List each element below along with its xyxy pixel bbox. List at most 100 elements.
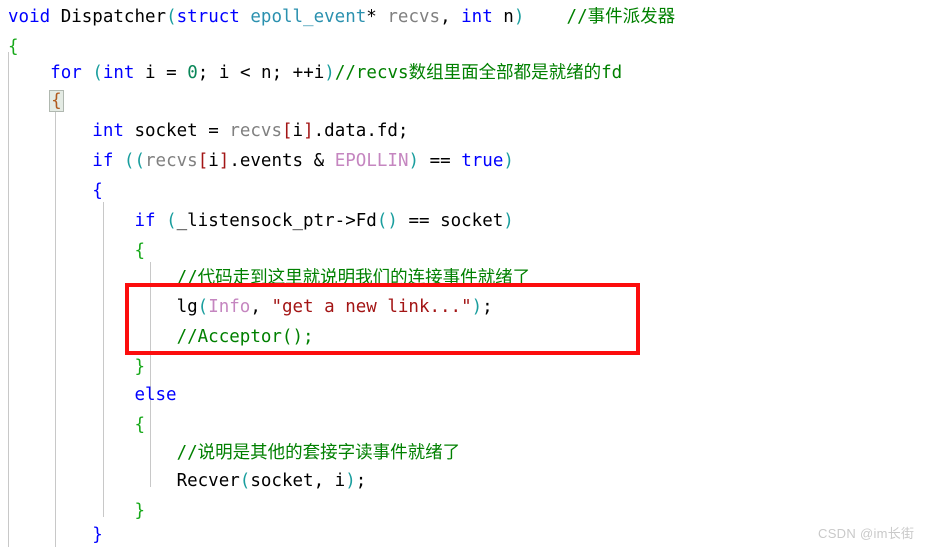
token-paren-open-if2: ( <box>166 211 177 231</box>
token-semicolon-lg: ; <box>482 297 493 317</box>
token-paren-close-lg: ) <box>471 297 483 317</box>
token-bracket-open-2: [ <box>197 151 209 171</box>
token-index-i-2: i <box>208 151 219 171</box>
code-line-4: { <box>8 86 64 116</box>
token-comma-lg: , <box>250 297 272 317</box>
token-bracket-close-2: ] <box>218 151 230 171</box>
token-paren-open-for: ( <box>92 63 103 83</box>
token-arg-i: i <box>334 471 346 491</box>
code-line-6: if ((recvs[i].events & EPOLLIN) == true) <box>8 146 514 176</box>
token-type-epoll-event: epoll_event <box>250 7 367 27</box>
token-var-n: n <box>261 63 272 83</box>
token-semicolon-2: ; <box>271 63 283 83</box>
token-keyword-struct: struct <box>176 7 240 27</box>
token-brace-open-else: { <box>134 415 145 435</box>
csdn-watermark: CSDN @im长街 <box>818 526 915 541</box>
token-method-fd: Fd <box>355 211 377 231</box>
token-keyword-int-decl: int <box>92 121 124 141</box>
token-semicolon-1: ; <box>197 63 209 83</box>
token-comment-line3: //recvs数组里面全部都是就绪的fd <box>334 63 623 83</box>
code-line-17: Recver(socket, i); <box>8 466 367 496</box>
token-brace-close-if: } <box>92 525 103 545</box>
token-brace-close-if2: } <box>134 357 145 377</box>
code-line-5: int socket = recvs[i].data.fd; <box>8 116 408 146</box>
code-line-12: //Acceptor(); <box>8 322 314 352</box>
token-paren-fd-call: () <box>376 211 398 231</box>
token-increment: ++i <box>292 63 325 83</box>
token-var-i-2: i <box>218 63 230 83</box>
token-arg-socket: socket <box>250 471 314 491</box>
token-ptr-listensock: _listensock_ptr <box>176 211 335 231</box>
token-keyword-if: if <box>92 151 114 171</box>
code-line-10: //代码走到这里就说明我们的连接事件就绪了 <box>8 263 531 293</box>
token-equals-2: == <box>408 211 430 231</box>
token-member-data-fd: .data.fd; <box>313 121 409 141</box>
token-string-literal: "get a new link..." <box>271 297 472 317</box>
token-obj-recvs: recvs <box>229 121 282 141</box>
token-bracket-close: ] <box>303 121 314 141</box>
code-line-19: } <box>8 520 103 547</box>
token-equals: == <box>429 151 451 171</box>
token-paren-open-if: (( <box>123 151 145 171</box>
token-pointer-star: * <box>366 7 377 27</box>
code-line-3: for (int i = 0; i < n; ++i)//recvs数组里面全部… <box>8 58 622 88</box>
code-line-8: if (_listensock_ptr->Fd() == socket) <box>8 206 514 236</box>
code-line-11: lg(Info, "get a new link..."); <box>8 292 493 322</box>
token-function-recver: Recver <box>176 471 240 491</box>
token-var-socket: socket <box>134 121 198 141</box>
token-function-lg: lg <box>176 297 198 317</box>
token-assign-2: = <box>208 121 219 141</box>
token-comment-line1: //事件派发器 <box>566 7 676 27</box>
code-editor-surface[interactable]: void Dispatcher(struct epoll_event* recv… <box>0 0 929 547</box>
token-var-i: i <box>145 63 156 83</box>
token-param-recvs: recvs <box>387 7 441 27</box>
token-obj-recvs-2: recvs <box>145 151 198 171</box>
token-paren-close-recver: ) <box>345 471 356 491</box>
token-paren-close-if: ) <box>503 151 514 171</box>
token-var-socket-2: socket <box>440 211 504 231</box>
token-comment-acceptor: //Acceptor(); <box>176 327 314 347</box>
token-keyword-true: true <box>461 151 504 171</box>
token-macro-info: Info <box>208 297 251 317</box>
token-index-i: i <box>292 121 304 141</box>
token-param-n: n <box>503 7 514 27</box>
token-keyword-for: for <box>50 63 82 83</box>
token-brace-open-function: { <box>8 37 19 57</box>
token-keyword-int: int <box>461 7 493 27</box>
token-brace-close-else: } <box>134 501 145 521</box>
token-less-than: < <box>239 63 251 83</box>
token-paren-close-inner: ) <box>408 151 420 171</box>
token-member-events: .events <box>229 151 304 171</box>
code-line-7: { <box>8 176 103 206</box>
token-paren-close-if2: ) <box>503 211 514 231</box>
code-line-14: else <box>8 380 177 410</box>
token-number-zero: 0 <box>187 63 198 83</box>
token-paren-open: ( <box>166 7 177 27</box>
token-keyword-else: else <box>134 385 177 405</box>
token-macro-epollin: EPOLLIN <box>334 151 409 171</box>
code-screenshot: void Dispatcher(struct epoll_event* recv… <box>0 0 929 547</box>
token-comment-line16: //说明是其他的套接字读事件就绪了 <box>176 443 461 463</box>
token-bitwise-and: & <box>313 151 325 171</box>
token-paren-close: ) <box>513 7 525 27</box>
token-keyword-int-for: int <box>102 63 135 83</box>
code-line-9: { <box>8 236 145 266</box>
token-paren-close-for: ) <box>324 63 335 83</box>
token-brace-open-if: { <box>92 181 103 201</box>
token-comma: , <box>440 7 462 27</box>
token-paren-open-lg: ( <box>197 297 209 317</box>
token-paren-open-recver: ( <box>239 471 251 491</box>
token-arrow: -> <box>334 211 356 231</box>
code-line-15: { <box>8 410 145 440</box>
token-comma-recver: , <box>313 471 335 491</box>
token-keyword-void: void <box>8 7 51 27</box>
token-semicolon-recver: ; <box>355 471 367 491</box>
token-bracket-open: [ <box>282 121 293 141</box>
code-line-16: //说明是其他的套接字读事件就绪了 <box>8 438 461 468</box>
token-keyword-if-2: if <box>134 211 156 231</box>
code-line-13: } <box>8 352 145 382</box>
token-brace-open-if2: { <box>134 241 145 261</box>
token-assign: = <box>166 63 177 83</box>
code-line-1: void Dispatcher(struct epoll_event* recv… <box>8 2 675 32</box>
token-comment-line10: //代码走到这里就说明我们的连接事件就绪了 <box>176 268 531 288</box>
